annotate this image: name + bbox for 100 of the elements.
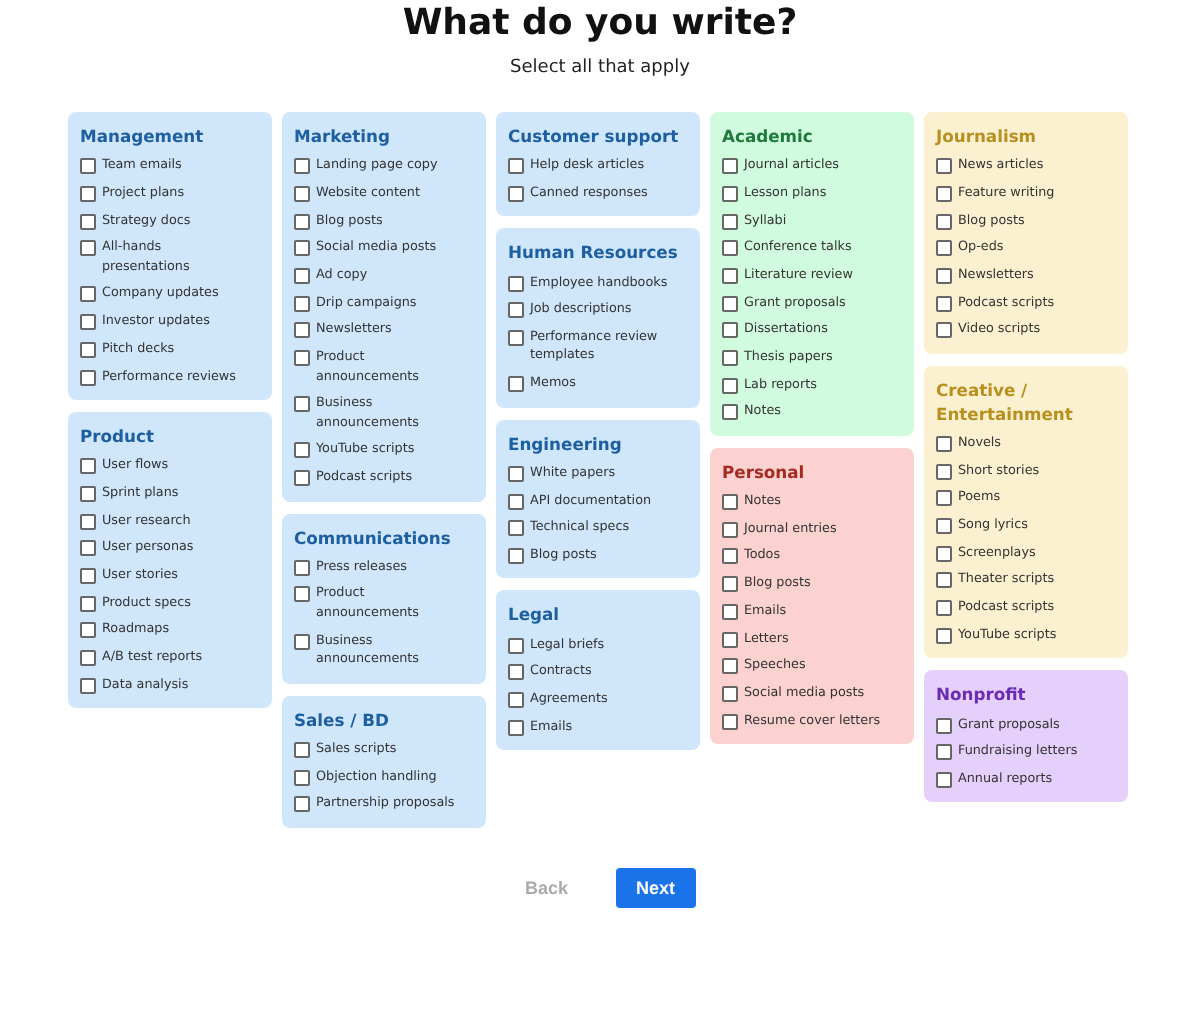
page-subtitle: Select all that apply xyxy=(510,58,690,78)
checkbox[interactable] xyxy=(722,521,738,538)
checkbox[interactable] xyxy=(722,404,738,421)
checkbox[interactable] xyxy=(508,547,524,564)
checkbox[interactable] xyxy=(936,213,952,230)
checkbox[interactable] xyxy=(936,545,952,562)
checkbox[interactable] xyxy=(722,548,738,565)
checkbox[interactable] xyxy=(508,302,524,319)
checkbox[interactable] xyxy=(508,691,524,708)
checkbox[interactable] xyxy=(936,518,952,535)
checkbox[interactable] xyxy=(936,267,952,284)
category-title: Marketing xyxy=(294,124,392,148)
checkbox[interactable] xyxy=(294,586,310,603)
category-title: Creative / Entertainment xyxy=(936,377,1075,426)
checkbox[interactable] xyxy=(80,341,96,358)
checkbox[interactable] xyxy=(722,713,738,730)
category-title: Legal xyxy=(508,602,562,627)
checkbox[interactable] xyxy=(722,295,738,312)
checkbox[interactable] xyxy=(722,158,738,175)
checkbox[interactable] xyxy=(936,717,952,733)
checkbox[interactable] xyxy=(936,572,952,589)
checkbox[interactable] xyxy=(936,436,952,452)
checkbox[interactable] xyxy=(294,796,310,813)
checkbox[interactable] xyxy=(294,633,310,650)
checkbox[interactable] xyxy=(936,463,952,480)
checkbox[interactable] xyxy=(508,493,524,509)
category-title: Customer support xyxy=(508,124,681,148)
checkbox[interactable] xyxy=(722,494,738,511)
checkbox[interactable] xyxy=(508,637,524,654)
checkbox[interactable] xyxy=(294,396,310,413)
checkbox[interactable] xyxy=(80,513,96,530)
page-title: What do you write? xyxy=(402,2,798,46)
checkbox[interactable] xyxy=(80,240,96,257)
checkbox[interactable] xyxy=(936,744,952,761)
category-title: Sales / BD xyxy=(294,707,391,732)
checkbox[interactable] xyxy=(936,158,952,175)
checkbox[interactable] xyxy=(936,600,952,617)
checkbox[interactable] xyxy=(294,240,310,257)
checkbox[interactable] xyxy=(508,185,524,202)
checkbox[interactable] xyxy=(508,520,524,537)
checkbox[interactable] xyxy=(722,213,738,230)
checkbox[interactable] xyxy=(80,286,96,303)
checkbox[interactable] xyxy=(722,576,738,593)
checkbox[interactable] xyxy=(80,314,96,331)
checkbox[interactable] xyxy=(722,185,738,202)
checkbox[interactable] xyxy=(722,631,738,647)
checkbox[interactable] xyxy=(80,622,96,639)
checkbox[interactable] xyxy=(80,185,96,202)
category-title: Engineering xyxy=(508,431,624,456)
category-title: Nonprofit xyxy=(936,682,1028,707)
category-title: Management xyxy=(80,124,206,148)
checkbox[interactable] xyxy=(80,458,96,475)
checkbox[interactable] xyxy=(722,685,738,702)
checkbox[interactable] xyxy=(508,376,524,393)
checkbox[interactable] xyxy=(722,603,738,620)
checkbox[interactable] xyxy=(294,185,310,202)
next-button[interactable]: Next xyxy=(616,867,696,908)
checkbox[interactable] xyxy=(294,442,310,459)
checkbox[interactable] xyxy=(722,240,738,257)
checkbox[interactable] xyxy=(722,267,738,284)
category-title: Human Resources xyxy=(508,240,680,265)
checkbox[interactable] xyxy=(508,664,524,681)
checkbox[interactable] xyxy=(294,322,310,339)
checkbox[interactable] xyxy=(508,329,524,346)
checkbox[interactable] xyxy=(294,559,310,576)
category-title: Product xyxy=(80,424,156,448)
checkbox[interactable] xyxy=(508,719,524,736)
category-title: Personal xyxy=(722,459,807,484)
checkbox[interactable] xyxy=(294,741,310,758)
checkbox[interactable] xyxy=(80,650,96,666)
checkbox[interactable] xyxy=(508,158,524,175)
checkbox[interactable] xyxy=(294,350,310,366)
checkbox[interactable] xyxy=(936,240,952,257)
checkbox[interactable] xyxy=(294,295,310,312)
checkbox[interactable] xyxy=(294,769,310,785)
checkbox[interactable] xyxy=(294,470,310,487)
checkbox[interactable] xyxy=(936,771,952,788)
checkbox[interactable] xyxy=(80,369,96,385)
checkbox[interactable] xyxy=(508,465,524,482)
checkbox[interactable] xyxy=(508,275,524,292)
checkbox[interactable] xyxy=(80,158,96,175)
checkbox[interactable] xyxy=(936,322,952,339)
category-title: Journalism xyxy=(936,124,1039,148)
checkbox[interactable] xyxy=(80,567,96,584)
checkbox[interactable] xyxy=(936,295,952,312)
checkbox[interactable] xyxy=(936,627,952,644)
checkbox[interactable] xyxy=(722,377,738,394)
checkbox[interactable] xyxy=(294,213,310,230)
checkbox[interactable] xyxy=(722,658,738,675)
checkbox[interactable] xyxy=(80,677,96,694)
checkbox[interactable] xyxy=(936,185,952,202)
checkbox[interactable] xyxy=(80,540,96,557)
checkbox[interactable] xyxy=(294,158,310,175)
checkbox[interactable] xyxy=(80,595,96,612)
checkbox[interactable] xyxy=(936,490,952,507)
checkbox[interactable] xyxy=(80,213,96,230)
checkbox[interactable] xyxy=(722,322,738,339)
checkbox[interactable] xyxy=(294,267,310,284)
checkbox[interactable] xyxy=(80,485,96,502)
checkbox[interactable] xyxy=(722,350,738,366)
